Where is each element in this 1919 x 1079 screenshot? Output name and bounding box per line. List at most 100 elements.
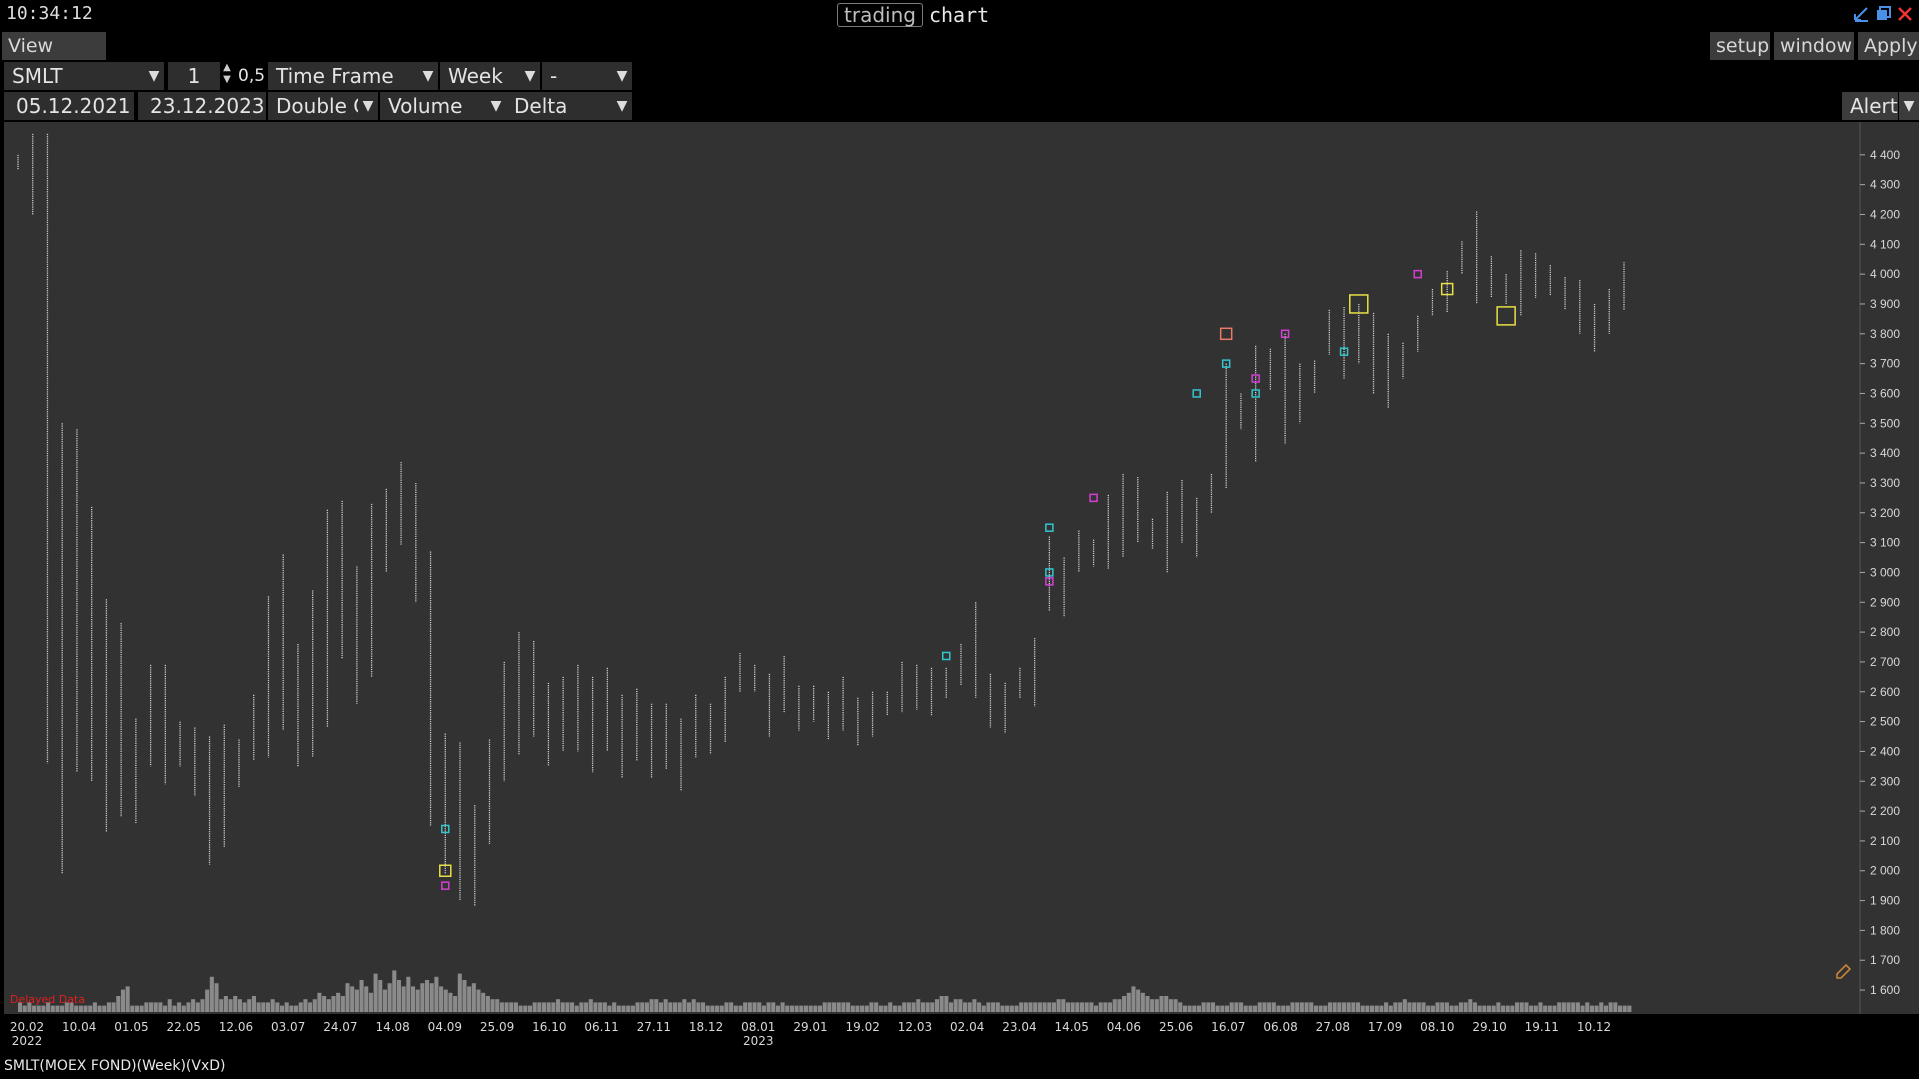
volume-bar: [406, 976, 411, 1012]
volume-bar: [803, 1005, 809, 1012]
volume-bar: [1224, 1005, 1230, 1012]
volume-bar: [579, 1002, 584, 1012]
date-from-input[interactable]: 05.12.2021: [4, 92, 134, 120]
volume-bar: [462, 980, 467, 1012]
volume-bar: [1323, 1005, 1328, 1012]
price-tick-label: 3 000: [1870, 565, 1900, 579]
volume-bar: [761, 1005, 766, 1012]
apply-button[interactable]: Apply: [1858, 32, 1919, 60]
close-icon[interactable]: [1897, 6, 1913, 22]
price-tick-label: 3 500: [1870, 416, 1900, 430]
price-tick-label: 3 300: [1870, 476, 1900, 490]
alert-button[interactable]: Alert: [1842, 92, 1898, 120]
cluster-marker: [941, 651, 951, 661]
chart-style-select[interactable]: Double C: [268, 92, 360, 120]
pencil-icon[interactable]: [1832, 963, 1854, 983]
volume-bar: [972, 999, 977, 1012]
volume-bar: [897, 1005, 902, 1012]
mode-select[interactable]: Time Frame: [268, 62, 420, 90]
volume-bar: [1023, 1002, 1028, 1012]
volume-bar: [1529, 1005, 1534, 1012]
volume-bar: [270, 999, 275, 1012]
volume-bar: [1444, 1002, 1449, 1012]
x-tick-label: 19.02: [845, 1020, 880, 1034]
volume-bar: [392, 970, 397, 1012]
volume-bar: [1210, 1002, 1216, 1012]
spinner-icon[interactable]: ▲ ▼: [220, 62, 234, 90]
volume-bar: [841, 1002, 846, 1012]
x-tick-label: 02.04: [950, 1020, 985, 1034]
volume-bar: [1220, 1005, 1225, 1012]
volume-bar: [1187, 1005, 1192, 1012]
volume-bar: [1112, 999, 1117, 1012]
chevron-down-icon[interactable]: ▼: [486, 92, 506, 120]
setup-button[interactable]: setup: [1710, 32, 1770, 60]
volume-bar: [1267, 1002, 1272, 1012]
controls-row-1: SMLT ▼ 1 ▲ ▼ 0,5 Time Frame ▼ Week ▼ - ▼: [0, 62, 1919, 90]
price-tick-label: 2 700: [1870, 655, 1900, 669]
volume-bar: [808, 1005, 813, 1012]
volume-bar: [205, 989, 210, 1012]
volume-bar: [1585, 1002, 1590, 1012]
volume-bar: [163, 1005, 168, 1012]
x-tick-label: 04.06: [1106, 1020, 1142, 1034]
volume-bar: [911, 1002, 916, 1012]
price-tick-label: 2 300: [1870, 774, 1900, 788]
volume-bar: [78, 1005, 83, 1012]
volume-bar: [284, 1002, 289, 1012]
volume-bar: [485, 996, 490, 1012]
volume-bar: [97, 1005, 102, 1012]
indicator-select[interactable]: Volume: [380, 92, 492, 120]
volume-bar: [1075, 1002, 1080, 1012]
chevron-down-icon[interactable]: ▼: [612, 62, 632, 90]
volume-bar: [364, 986, 369, 1012]
window-button[interactable]: window: [1774, 32, 1854, 60]
x-tick-label: 14.08: [375, 1020, 410, 1034]
volume-bar: [635, 1002, 640, 1012]
chevron-down-icon[interactable]: ▼: [1899, 92, 1919, 120]
volume-bar: [1482, 1005, 1487, 1012]
volume-bar: [92, 1002, 97, 1012]
volume-bar: [593, 1002, 598, 1012]
date-to-input[interactable]: 23.12.2023: [138, 92, 266, 120]
symbol-select[interactable]: SMLT: [4, 62, 144, 90]
volume-bar: [789, 1005, 794, 1012]
volume-bar: [453, 996, 458, 1012]
price-tick-label: 2 100: [1870, 834, 1900, 848]
sub-indicator-select[interactable]: Delta: [506, 92, 618, 120]
volume-bar: [1070, 1002, 1075, 1012]
view-dom-button[interactable]: View DoM: [2, 32, 106, 85]
period-select[interactable]: Week: [440, 62, 524, 90]
volume-bar: [995, 1002, 1000, 1012]
volume-bar: [864, 1005, 869, 1012]
volume-bar: [1140, 992, 1145, 1012]
volume-bar: [60, 1005, 65, 1012]
status-bar: SMLT(MOEX FOND)(Week)(VxD): [0, 1055, 1919, 1079]
volume-bar: [607, 1005, 612, 1012]
chevron-down-icon[interactable]: ▼: [520, 62, 540, 90]
volume-bar: [1412, 1002, 1417, 1012]
volume-bar: [195, 1002, 200, 1012]
chevron-down-icon[interactable]: ▼: [144, 62, 164, 90]
extra-select[interactable]: -: [542, 62, 622, 90]
volume-bar: [1552, 1005, 1557, 1012]
count-stepper[interactable]: 1: [168, 62, 220, 90]
chevron-down-icon[interactable]: ▼: [358, 92, 378, 120]
volume-bar: [518, 1005, 523, 1012]
chart-area[interactable]: 4 400 4 300 4 200 4 100 4 000 3 900 3 800 3 700…: [4, 122, 1919, 1014]
minimize-icon[interactable]: [1853, 6, 1869, 22]
volume-bar: [672, 1002, 678, 1012]
restore-icon[interactable]: [1875, 6, 1891, 22]
volume-bar: [584, 1002, 589, 1012]
volume-bar: [663, 999, 668, 1012]
volume-bar: [499, 1002, 504, 1012]
volume-bar: [991, 1002, 996, 1012]
volume-bar: [701, 1002, 706, 1012]
volume-bar: [448, 992, 453, 1012]
volume-bar: [710, 1005, 715, 1012]
chevron-down-icon[interactable]: ▼: [612, 92, 632, 120]
toolbar: View DoM setup window Apply: [0, 32, 1919, 85]
volume-bar: [345, 983, 350, 1012]
chevron-down-icon[interactable]: ▼: [418, 62, 438, 90]
volume-bar: [906, 1002, 911, 1012]
